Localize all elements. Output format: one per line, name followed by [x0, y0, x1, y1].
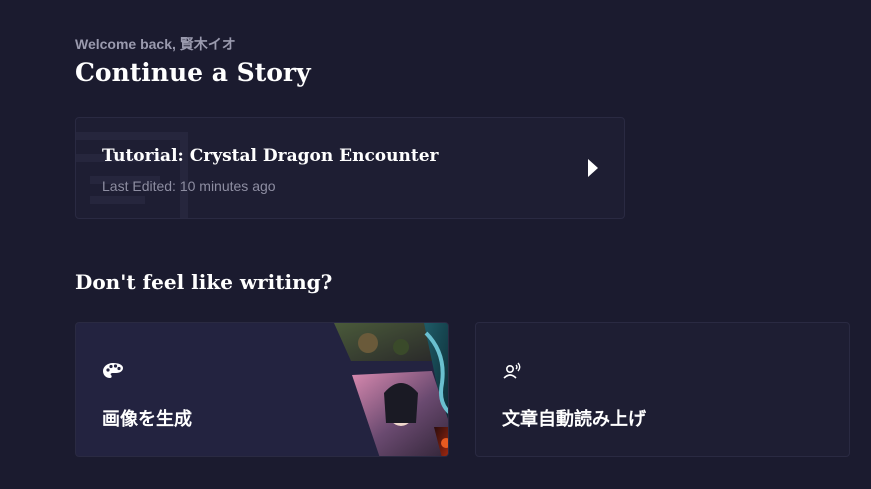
artwork-collage-image	[334, 323, 448, 456]
text-to-speech-label: 文章自動読み上げ	[502, 409, 646, 429]
story-last-edited: Last Edited: 10 minutes ago	[102, 178, 276, 194]
text-to-speech-card[interactable]: 文章自動読み上げ	[475, 322, 850, 457]
palette-icon	[103, 363, 123, 378]
welcome-text: Welcome back, 賢木イオ	[75, 36, 236, 52]
continue-story-card[interactable]: Tutorial: Crystal Dragon Encounter Last …	[75, 117, 625, 219]
story-title: Tutorial: Crystal Dragon Encounter	[102, 146, 439, 166]
voice-icon	[503, 362, 521, 379]
section-heading: Don't feel like writing?	[75, 270, 333, 294]
generate-image-label: 画像を生成	[102, 409, 192, 429]
card-decoration	[76, 118, 196, 218]
page-title: Continue a Story	[75, 58, 311, 87]
play-icon[interactable]	[586, 158, 600, 178]
generate-image-card[interactable]: 画像を生成	[75, 322, 449, 457]
